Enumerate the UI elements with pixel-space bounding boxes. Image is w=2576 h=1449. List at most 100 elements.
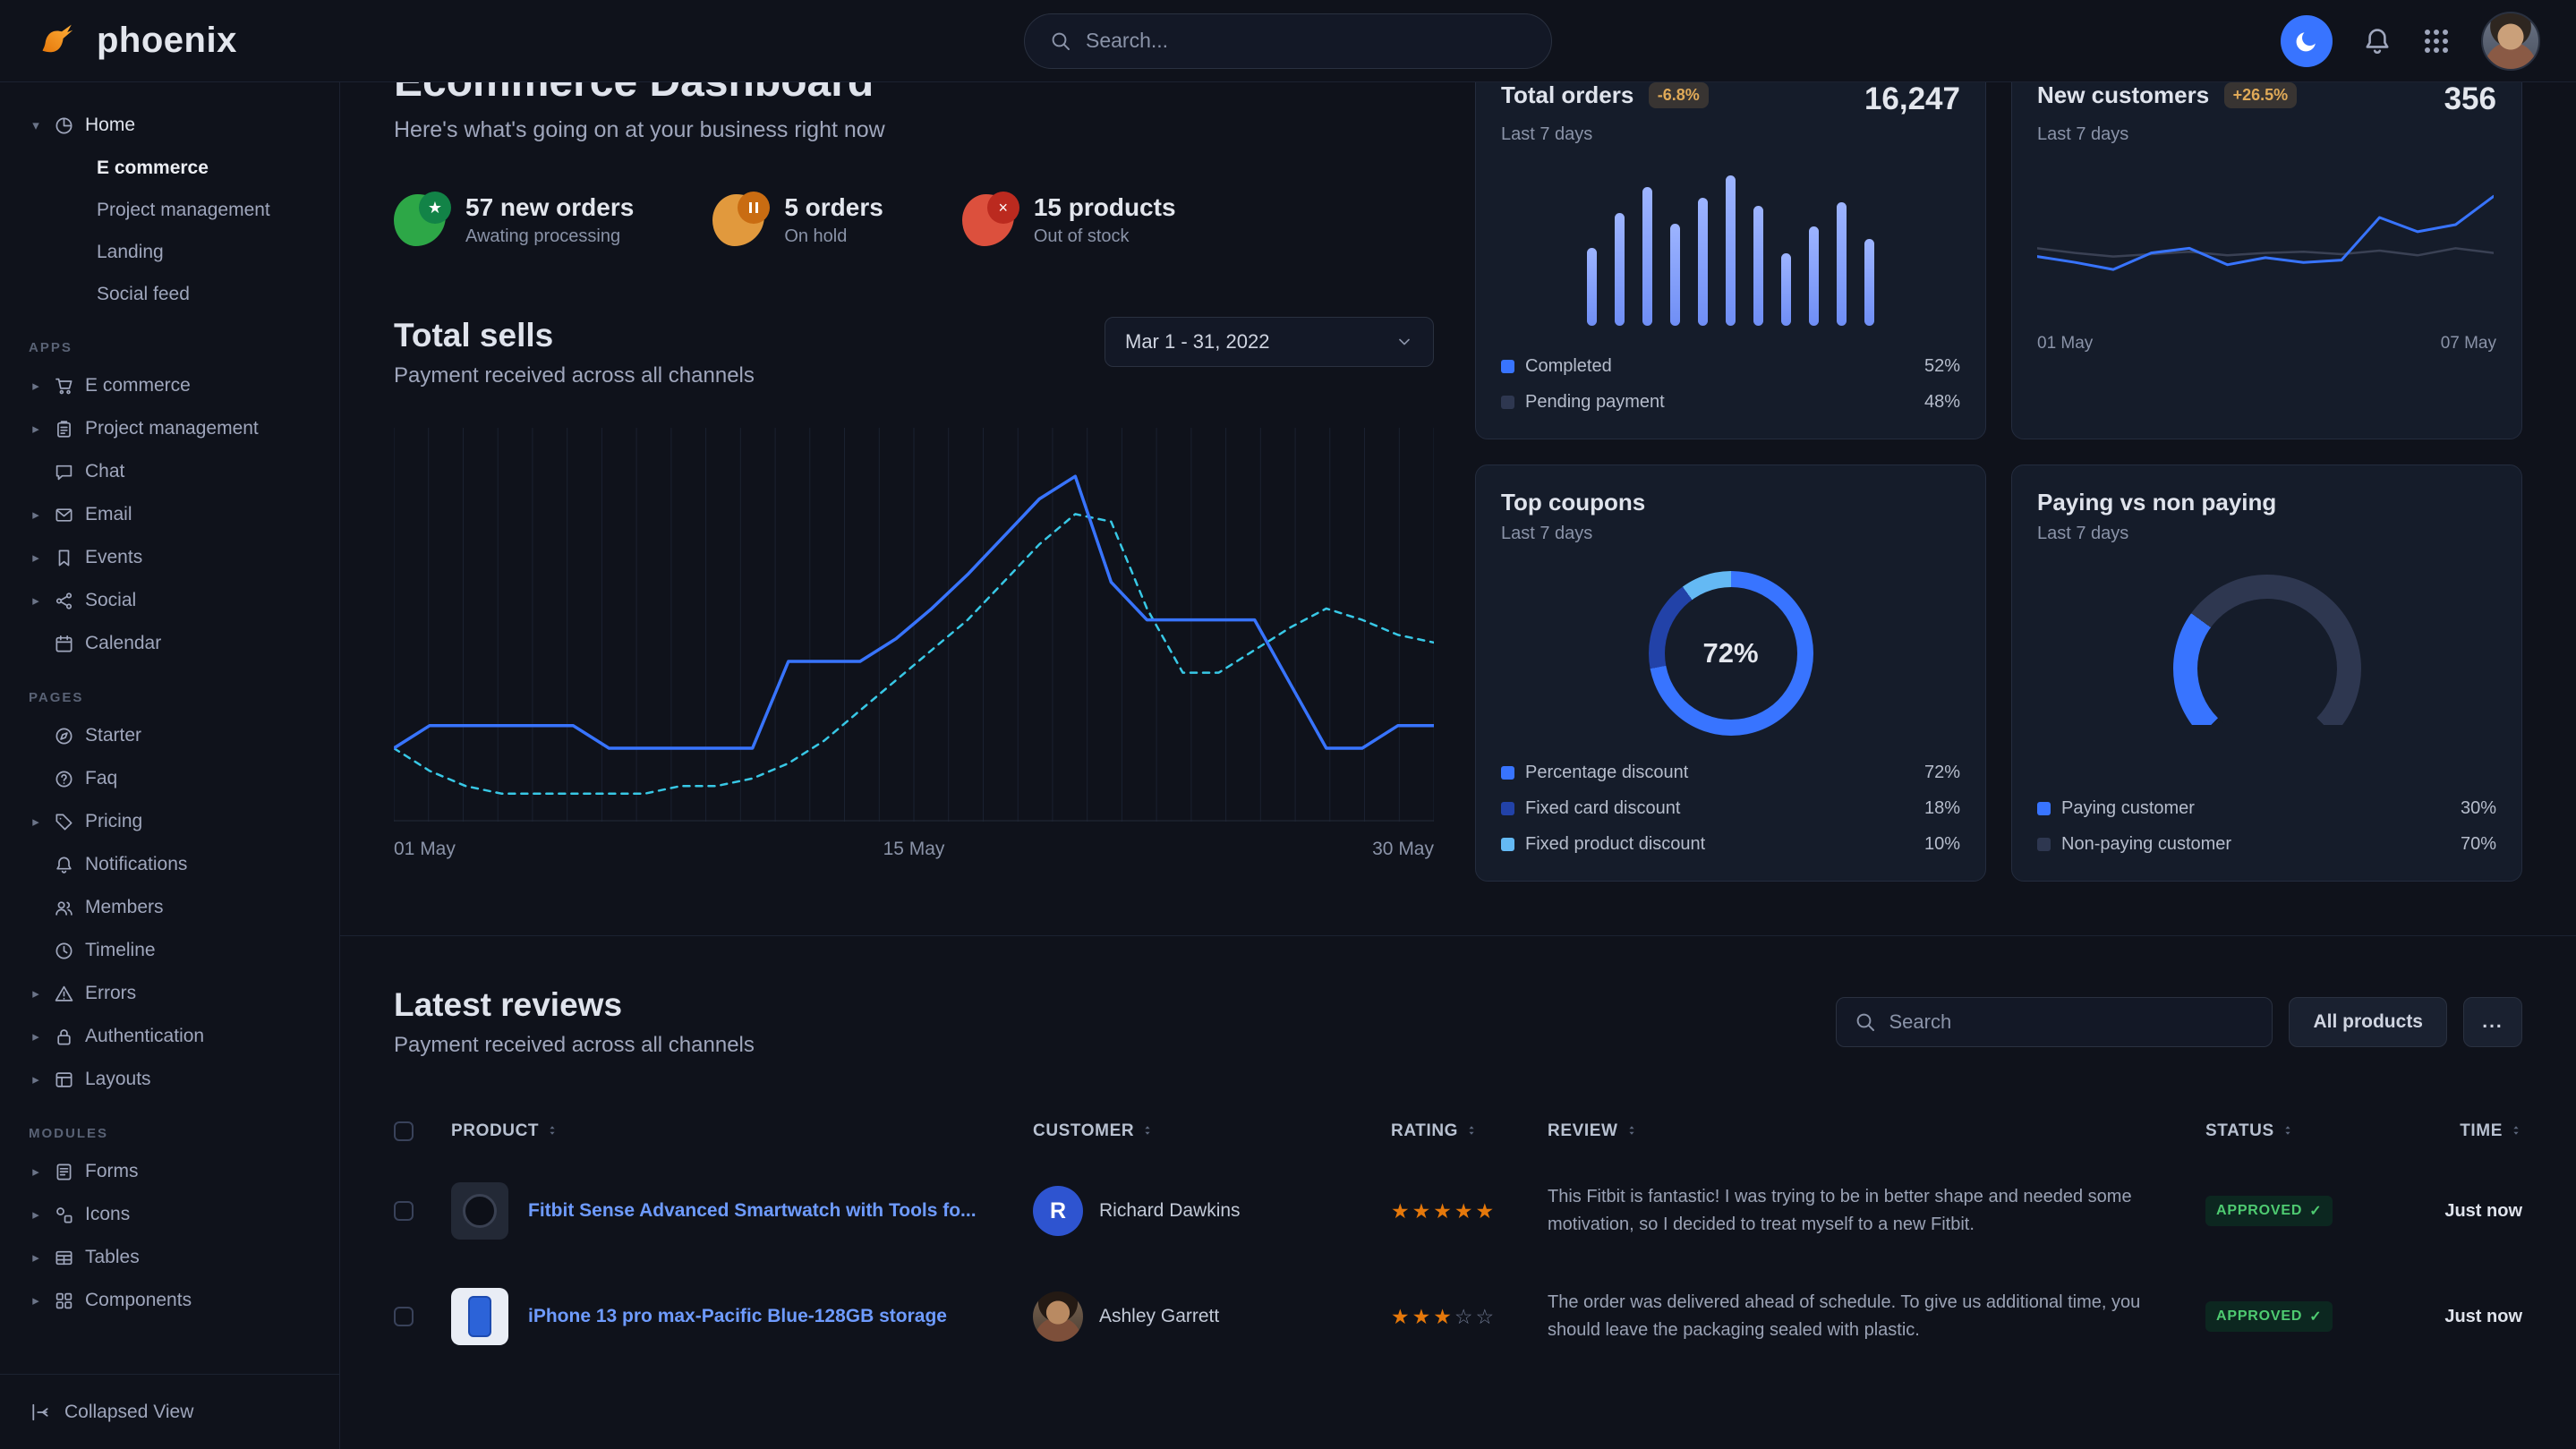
forms-icon: [55, 1163, 73, 1181]
total-sells-title: Total sells: [394, 317, 755, 354]
sidebar-item-notifications[interactable]: Notifications: [0, 843, 339, 886]
x-blob-icon: ×: [962, 194, 1014, 246]
legend-label: Percentage discount: [1525, 763, 1688, 783]
reviews-search-input[interactable]: [1889, 1010, 2254, 1034]
dark-mode-toggle[interactable]: [2281, 15, 2333, 67]
brand[interactable]: phoenix: [36, 18, 237, 64]
sidebar-item-members[interactable]: Members: [0, 886, 339, 929]
sidebar-item-starter[interactable]: Starter: [0, 714, 339, 757]
row-checkbox[interactable]: [394, 1307, 414, 1326]
calendar-icon: [55, 635, 73, 653]
sidebar-item-e-commerce[interactable]: E commerce: [0, 147, 339, 189]
caret-icon: ▸: [29, 378, 43, 394]
sidebar-item-chat[interactable]: Chat: [0, 450, 339, 493]
notifications-bell-icon[interactable]: [2363, 27, 2392, 55]
review-text: The order was delivered ahead of schedul…: [1548, 1289, 2205, 1344]
legend-label: Fixed product discount: [1525, 834, 1705, 855]
order-bar: [1587, 248, 1597, 326]
sort-icon[interactable]: [1625, 1122, 1638, 1135]
global-search[interactable]: [1024, 13, 1552, 69]
stat-value: 15 products: [1034, 193, 1176, 222]
social-icon: [55, 592, 73, 610]
column-header-product[interactable]: PRODUCT: [451, 1104, 1033, 1158]
stat-out-of-stock: × 15 products Out of stock: [962, 193, 1176, 247]
sort-icon[interactable]: [2510, 1122, 2522, 1135]
sidebar-item-label: E commerce: [85, 375, 191, 396]
column-header-time[interactable]: TIME: [2407, 1104, 2522, 1158]
column-header-review[interactable]: REVIEW: [1548, 1104, 2205, 1158]
sidebar-item-faq[interactable]: Faq: [0, 757, 339, 800]
sidebar-item-errors[interactable]: ▸Errors: [0, 972, 339, 1015]
stat-value: 57 new orders: [465, 193, 634, 222]
product-link[interactable]: Fitbit Sense Advanced Smartwatch with To…: [528, 1200, 977, 1222]
sidebar-item-timeline[interactable]: Timeline: [0, 929, 339, 972]
sidebar-item-e-commerce[interactable]: ▸ E commerce: [0, 364, 339, 407]
sidebar-item-social-feed[interactable]: Social feed: [0, 273, 339, 315]
reviews-search[interactable]: [1836, 997, 2273, 1047]
stat-label: Out of stock: [1034, 226, 1176, 247]
total-orders-value: 16,247: [1864, 81, 1960, 117]
product-link[interactable]: iPhone 13 pro max-Pacific Blue-128GB sto…: [528, 1306, 947, 1327]
select-all-checkbox[interactable]: [394, 1121, 414, 1141]
customer-avatar: R: [1033, 1186, 1083, 1236]
sidebar-item-calendar[interactable]: Calendar: [0, 622, 339, 665]
sort-icon[interactable]: [1465, 1122, 1478, 1135]
top-navbar: phoenix: [0, 0, 2576, 82]
moon-icon: [2294, 29, 2319, 54]
sidebar-item-label: Project management: [85, 418, 259, 439]
trend-badge: +26.5%: [2224, 82, 2298, 108]
icons-icon: [55, 1206, 73, 1224]
review-time: Just now: [2444, 1307, 2522, 1326]
row-checkbox[interactable]: [394, 1201, 414, 1221]
sidebar-item-label: Events: [85, 547, 142, 568]
page-subtitle: Here's what's going on at your business …: [394, 117, 1434, 143]
column-header-status[interactable]: STATUS: [2205, 1104, 2407, 1158]
caret-icon: ▸: [29, 507, 43, 523]
sidebar-item-email[interactable]: ▸Email: [0, 493, 339, 536]
sidebar-item-authentication[interactable]: ▸Authentication: [0, 1015, 339, 1058]
sort-icon[interactable]: [546, 1122, 559, 1135]
legend-swatch: [1501, 766, 1514, 780]
column-header-customer[interactable]: CUSTOMER: [1033, 1104, 1391, 1158]
x-axis-label-end: 30 May: [1372, 839, 1434, 860]
sidebar-section-heading: PAGES: [0, 690, 339, 705]
sidebar-item-project-management[interactable]: Project management: [0, 189, 339, 231]
legend-swatch: [1501, 396, 1514, 409]
sidebar-item-project-management[interactable]: ▸Project management: [0, 407, 339, 450]
sidebar-item-pricing[interactable]: ▸Pricing: [0, 800, 339, 843]
global-search-input[interactable]: [1086, 29, 1526, 53]
column-header-rating[interactable]: RATING: [1391, 1104, 1548, 1158]
sidebar-item-events[interactable]: ▸Events: [0, 536, 339, 579]
legend-swatch: [2037, 838, 2051, 851]
sidebar-item-layouts[interactable]: ▸Layouts: [0, 1058, 339, 1101]
date-range-select[interactable]: Mar 1 - 31, 2022: [1105, 317, 1434, 367]
user-avatar[interactable]: [2481, 12, 2540, 71]
sidebar-item-tables[interactable]: ▸Tables: [0, 1236, 339, 1279]
more-options-button[interactable]: ...: [2463, 997, 2522, 1047]
stat-on-hold: 5 ordersOn hold: [712, 193, 883, 247]
order-bar: [1809, 226, 1819, 326]
sort-icon[interactable]: [2282, 1122, 2294, 1135]
sort-icon[interactable]: [1141, 1122, 1154, 1135]
card-title: Paying vs non paying: [2037, 489, 2276, 516]
all-products-button[interactable]: All products: [2289, 997, 2447, 1047]
legend-swatch: [1501, 360, 1514, 373]
sidebar-item-label: Tables: [85, 1247, 140, 1268]
legend-pct: 30%: [2461, 798, 2496, 819]
sidebar-section-heading: MODULES: [0, 1126, 339, 1141]
total-sells-subtitle: Payment received across all channels: [394, 363, 755, 388]
reviews-title: Latest reviews: [394, 986, 755, 1024]
legend-item: Non-paying customer70%: [2037, 831, 2496, 857]
reviews-table: PRODUCTCUSTOMERRATINGREVIEWSTATUSTIME Fi…: [394, 1104, 2522, 1367]
sidebar-item-landing[interactable]: Landing: [0, 231, 339, 273]
orders-legend: Completed52%Pending payment48%: [1501, 353, 1960, 415]
sidebar-item-icons[interactable]: ▸Icons: [0, 1193, 339, 1236]
review-time: Just now: [2444, 1201, 2522, 1221]
sidebar-item-components[interactable]: ▸Components: [0, 1279, 339, 1322]
sidebar-item-social[interactable]: ▸Social: [0, 579, 339, 622]
sidebar-item-forms[interactable]: ▸Forms: [0, 1150, 339, 1193]
collapsed-view-toggle[interactable]: Collapsed View: [0, 1374, 339, 1449]
apps-grid-icon[interactable]: [2422, 27, 2451, 55]
sidebar-item-home[interactable]: ▾Home: [0, 104, 339, 147]
project-management-icon: [55, 420, 73, 439]
